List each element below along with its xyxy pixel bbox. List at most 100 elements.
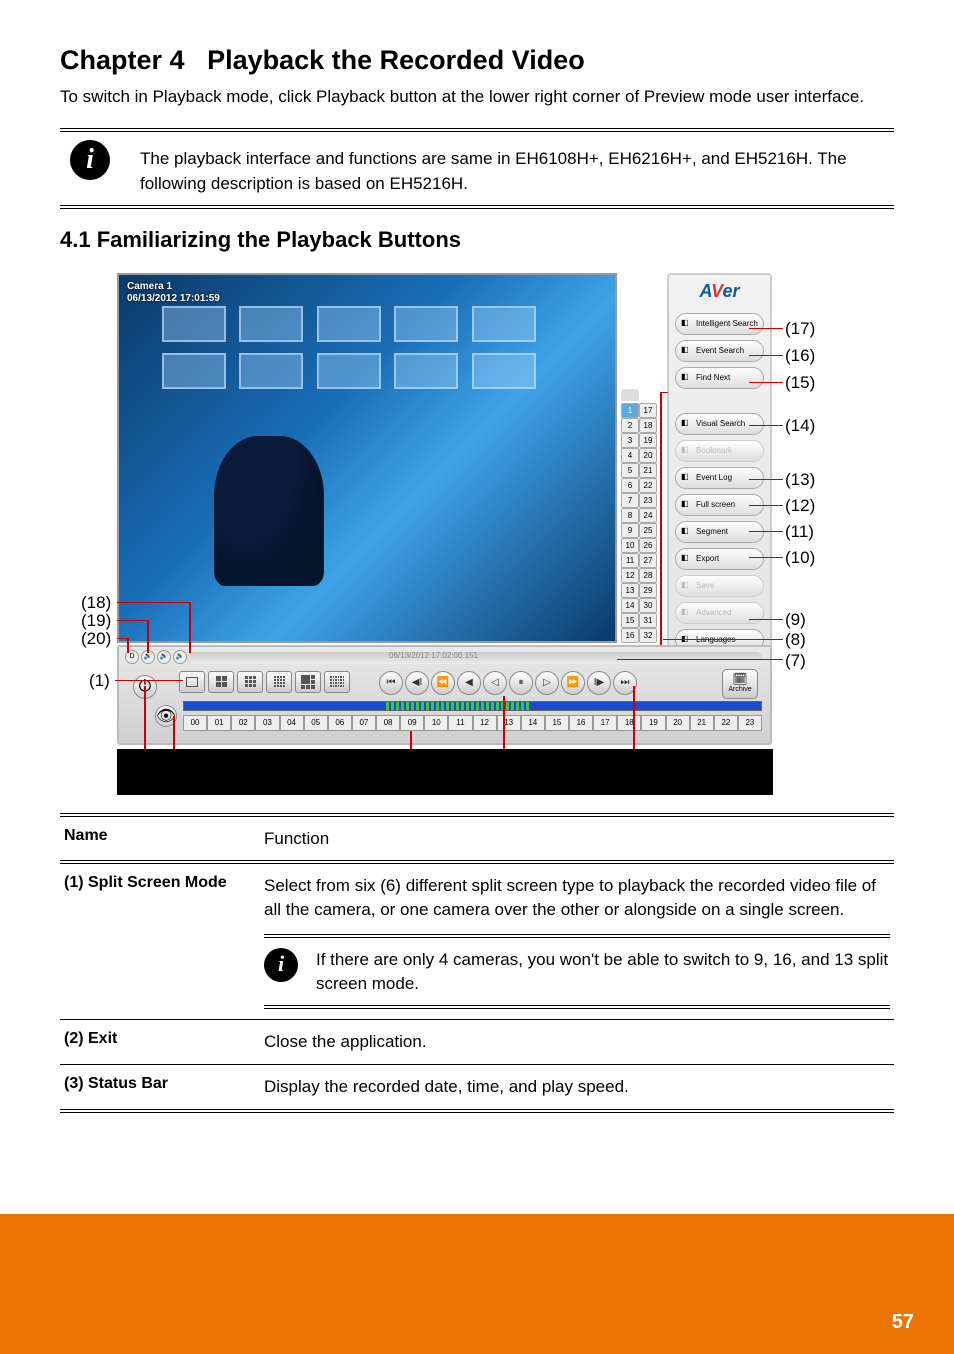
camera-cell-11[interactable]: 11 [621,553,639,568]
camera-cell-21[interactable]: 21 [639,463,657,478]
camera-cell-32[interactable]: 32 [639,628,657,643]
hour-button-23[interactable]: 23 [738,715,762,731]
hour-button-22[interactable]: 22 [714,715,738,731]
split-16-button[interactable] [266,671,292,693]
table-row: (3) Status Bar Display the recorded date… [60,1064,894,1113]
camera-cell-22[interactable]: 22 [639,478,657,493]
camera-cell-9[interactable]: 9 [621,523,639,538]
redacted-mask [117,749,773,795]
visual-search-icon: ◧ [681,418,693,430]
hour-button-11[interactable]: 11 [448,715,472,731]
camera-cell-3[interactable]: 3 [621,433,639,448]
hour-button-13[interactable]: 13 [497,715,521,731]
camera-cell-31[interactable]: 31 [639,613,657,628]
callout-19: (19) [81,611,111,631]
hour-button-12[interactable]: 12 [473,715,497,731]
camera-cell-14[interactable]: 14 [621,598,639,613]
camera-cell-20[interactable]: 20 [639,448,657,463]
hour-button-04[interactable]: 04 [280,715,304,731]
segment-icon: ◧ [681,526,693,538]
event-search-button[interactable]: ◧Event Search [675,340,764,362]
audio-icon-3[interactable]: 🔉 [173,650,187,664]
hour-button-01[interactable]: 01 [207,715,231,731]
event-log-button[interactable]: ◧Event Log [675,467,764,489]
find-next-icon: ◧ [681,372,693,384]
hour-button-15[interactable]: 15 [545,715,569,731]
callout-18: (18) [81,593,111,613]
camera-cell-28[interactable]: 28 [639,568,657,583]
row3-name: (3) Status Bar [60,1065,260,1109]
camera-cell-27[interactable]: 27 [639,553,657,568]
camera-cell-1[interactable]: 1 [621,403,639,418]
video-preview-area[interactable]: Camera 1 06/13/2012 17:01:59 [117,273,617,643]
camera-cell-4[interactable]: 4 [621,448,639,463]
camera-cell-16[interactable]: 16 [621,628,639,643]
camera-cell-24[interactable]: 24 [639,508,657,523]
camera-cell-19[interactable]: 19 [639,433,657,448]
hour-button-19[interactable]: 19 [641,715,665,731]
pause-button[interactable]: ⏸ [509,671,533,695]
hour-button-10[interactable]: 10 [424,715,448,731]
camera-cell-7[interactable]: 7 [621,493,639,508]
hour-button-17[interactable]: 17 [593,715,617,731]
hour-button-08[interactable]: 08 [376,715,400,731]
camera-cell-15[interactable]: 15 [621,613,639,628]
split-1-button[interactable] [179,671,205,693]
archive-button[interactable]: Archive [722,669,758,699]
faster-button[interactable]: ⏩ [561,671,585,695]
split-9-button[interactable] [237,671,263,693]
intelligent-search-button[interactable]: ◧Intelligent Search [675,313,764,335]
hour-button-05[interactable]: 05 [304,715,328,731]
callout-1: (1) [89,671,110,691]
hour-button-02[interactable]: 02 [231,715,255,731]
camera-list-header[interactable] [621,389,639,401]
play-button[interactable]: ▷ [535,671,559,695]
camera-cell-30[interactable]: 30 [639,598,657,613]
hour-button-16[interactable]: 16 [569,715,593,731]
find-next-button[interactable]: ◧Find Next [675,367,764,389]
hour-button-09[interactable]: 09 [400,715,424,731]
camera-cell-2[interactable]: 2 [621,418,639,433]
callout-14: (14) [785,416,815,436]
camera-cell-25[interactable]: 25 [639,523,657,538]
camera-cell-29[interactable]: 29 [639,583,657,598]
split-4-button[interactable] [208,671,234,693]
hour-button-06[interactable]: 06 [328,715,352,731]
play-rev-button[interactable]: ◁ [483,671,507,695]
rewind-button[interactable]: ⏪ [431,671,455,695]
camera-cell-13[interactable]: 13 [621,583,639,598]
camera-cell-10[interactable]: 10 [621,538,639,553]
hour-button-07[interactable]: 07 [352,715,376,731]
note1-text: The playback interface and functions are… [140,140,894,197]
slow-rewind-button[interactable]: ◀ [457,671,481,695]
hour-button-18[interactable]: 18 [617,715,641,731]
camera-cell-26[interactable]: 26 [639,538,657,553]
table-row: (1) Split Screen Mode Select from six (6… [60,860,894,1019]
prev-frame-button[interactable]: ◀I [405,671,429,695]
split-13-button[interactable] [295,671,321,693]
next-frame-button[interactable]: I▶ [587,671,611,695]
callout-10: (10) [785,548,815,568]
hour-button-20[interactable]: 20 [666,715,690,731]
camera-cell-5[interactable]: 5 [621,463,639,478]
export-button[interactable]: ◧Export [675,548,764,570]
audio-icon-2[interactable]: 🔊 [157,650,171,664]
camera-cell-8[interactable]: 8 [621,508,639,523]
callout-17: (17) [785,319,815,339]
split-32-button[interactable] [324,671,350,693]
hour-button-14[interactable]: 14 [521,715,545,731]
begin-button[interactable]: ⏮ [379,671,403,695]
camera-cell-12[interactable]: 12 [621,568,639,583]
camera-cell-23[interactable]: 23 [639,493,657,508]
hour-button-21[interactable]: 21 [690,715,714,731]
hour-button-03[interactable]: 03 [255,715,279,731]
aver-logo: AVer [673,279,766,308]
camera-cell-18[interactable]: 18 [639,418,657,433]
camera-cell-6[interactable]: 6 [621,478,639,493]
hour-button-00[interactable]: 00 [183,715,207,731]
timeline-bar[interactable] [183,701,762,711]
camera-cell-17[interactable]: 17 [639,403,657,418]
info-icon: i [70,140,110,180]
status-timestamp: 06/13/2012 17:02:00.151 [389,651,478,660]
visual-search-button[interactable]: ◧Visual Search [675,413,764,435]
